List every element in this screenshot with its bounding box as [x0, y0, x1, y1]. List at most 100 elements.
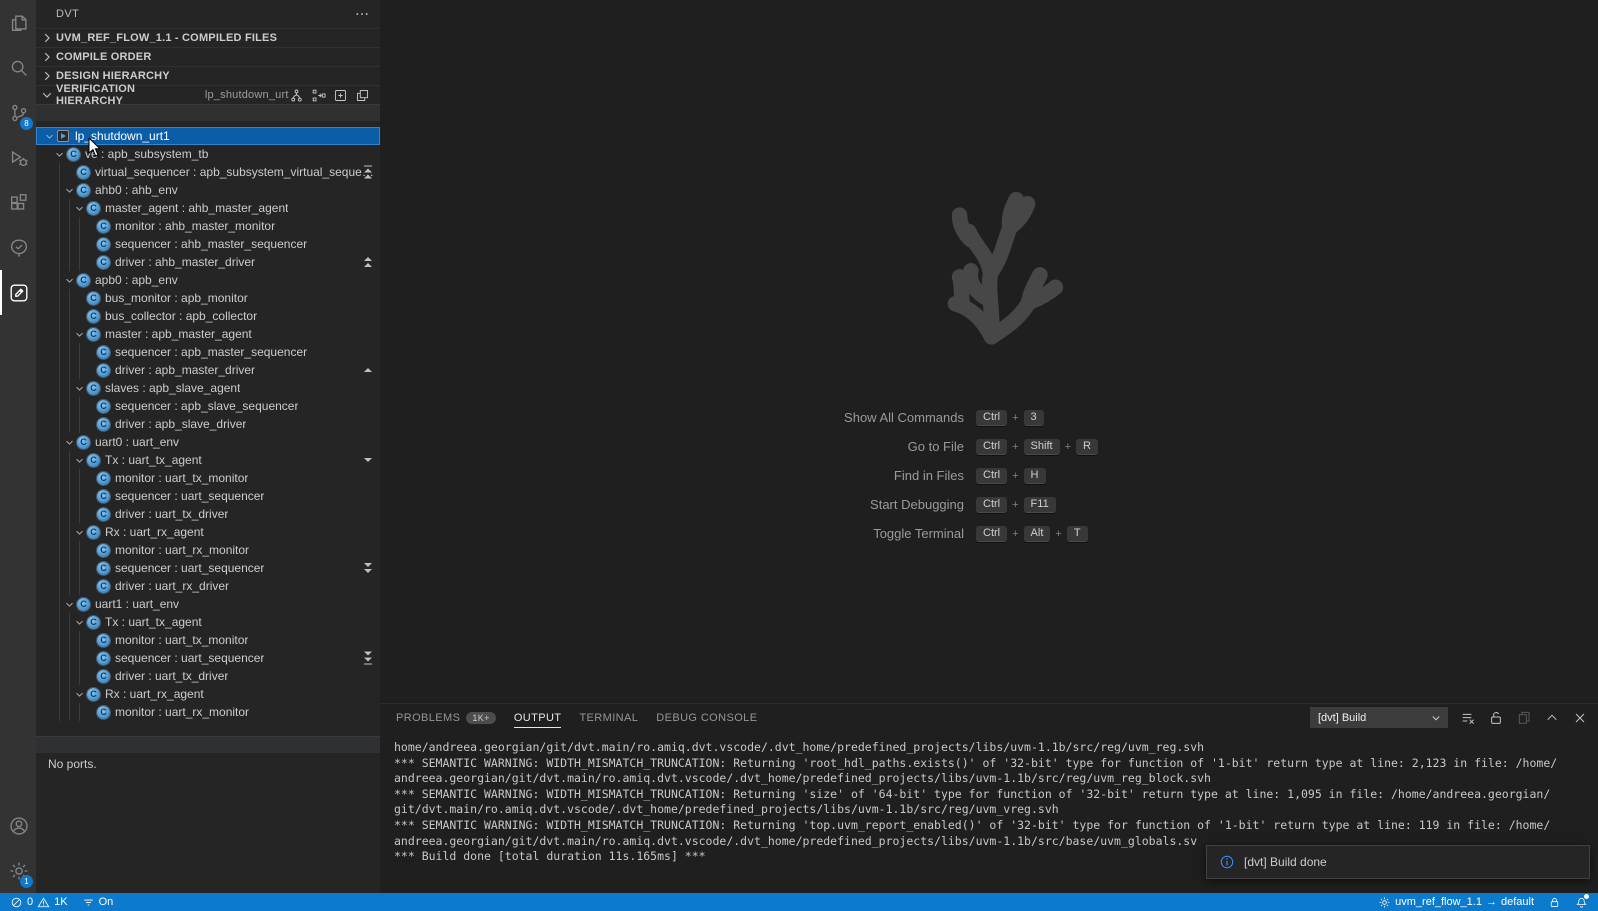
tab-debug-console[interactable]: DEBUG CONSOLE: [656, 704, 757, 731]
twisty-icon[interactable]: [74, 203, 85, 214]
twisty-icon[interactable]: [54, 149, 65, 160]
twisty-icon[interactable]: [84, 239, 95, 250]
tree-item[interactable]: Cbus_collector : apb_collector: [36, 307, 380, 325]
activity-item-search[interactable]: [0, 45, 36, 90]
tab-output[interactable]: OUTPUT: [514, 704, 562, 731]
tree-item[interactable]: Csequencer : uart_sequencer: [36, 487, 380, 505]
tree-item[interactable]: Cuart1 : uart_env: [36, 595, 380, 613]
new-window-icon[interactable]: [1516, 710, 1532, 726]
twisty-icon[interactable]: [84, 347, 95, 358]
activity-item-explorer[interactable]: [0, 0, 36, 45]
twisty-icon[interactable]: [74, 527, 85, 538]
problems-status[interactable]: 0 1K: [10, 896, 68, 909]
tree-item[interactable]: Cslaves : apb_slave_agent: [36, 379, 380, 397]
section-header-uvm-ref-flow-1-1-compiled-files[interactable]: UVM_REF_FLOW_1.1 - COMPILED FILES: [36, 28, 380, 47]
twisty-icon[interactable]: [84, 509, 95, 520]
twisty-icon[interactable]: [84, 545, 95, 556]
twisty-icon[interactable]: [74, 383, 85, 394]
close-icon[interactable]: [1572, 710, 1588, 726]
section-header-compile-order[interactable]: COMPILE ORDER: [36, 47, 380, 66]
twisty-icon[interactable]: [64, 185, 75, 196]
tree-item[interactable]: Cdriver : uart_tx_driver: [36, 667, 380, 685]
notifications-bell[interactable]: [1575, 896, 1588, 909]
tree-item[interactable]: CRx : uart_rx_agent: [36, 685, 380, 703]
tree-item[interactable]: Cuart0 : uart_env: [36, 433, 380, 451]
twisty-icon[interactable]: [84, 473, 95, 484]
twisty-icon[interactable]: [84, 419, 95, 430]
activity-item-accounts[interactable]: [0, 803, 36, 848]
activity-item-dvt-verification[interactable]: [0, 225, 36, 270]
twisty-icon[interactable]: [74, 455, 85, 466]
twisty-icon[interactable]: [84, 365, 95, 376]
twisty-icon[interactable]: [84, 563, 95, 574]
twisty-icon[interactable]: [84, 707, 95, 718]
tab-terminal[interactable]: TERMINAL: [579, 704, 638, 731]
chevron-up-icon[interactable]: [1544, 710, 1560, 726]
more-actions-icon[interactable]: [354, 6, 370, 22]
tree-item[interactable]: Cahb0 : ahb_env: [36, 181, 380, 199]
tree-item[interactable]: CTx : uart_tx_agent: [36, 451, 380, 469]
tree-item[interactable]: Cmaster : apb_master_agent: [36, 325, 380, 343]
twisty-icon[interactable]: [84, 257, 95, 268]
tab-problems[interactable]: PROBLEMS1K+: [396, 704, 496, 731]
tree-item[interactable]: Cdriver : ahb_master_driver: [36, 253, 380, 271]
twisty-icon[interactable]: [64, 275, 75, 286]
tree-item[interactable]: Cmonitor : uart_tx_monitor: [36, 631, 380, 649]
twisty-icon[interactable]: [64, 167, 75, 178]
tree-item[interactable]: Cdriver : apb_slave_driver: [36, 415, 380, 433]
section-header-verification-hierarchy[interactable]: VERIFICATION HIERARCHYlp_shutdown_urt1: [36, 85, 380, 104]
tree-item[interactable]: Cmonitor : uart_rx_monitor: [36, 703, 380, 721]
tree-filter-box[interactable]: [36, 104, 380, 121]
twisty-icon[interactable]: [74, 329, 85, 340]
tree-item[interactable]: Cvirtual_sequencer : apb_subsystem_virtu…: [36, 163, 380, 181]
lock-status[interactable]: [1548, 896, 1561, 909]
tree-item[interactable]: Csequencer : apb_slave_sequencer: [36, 397, 380, 415]
dvt-engine-status[interactable]: On: [82, 896, 114, 909]
twisty-icon[interactable]: [44, 131, 55, 142]
tree-item[interactable]: Cdriver : uart_tx_driver: [36, 505, 380, 523]
twisty-icon[interactable]: [84, 581, 95, 592]
activity-item-manage[interactable]: 1: [0, 848, 36, 893]
tree-item[interactable]: Cdriver : apb_master_driver: [36, 361, 380, 379]
tree-item[interactable]: Csequencer : apb_master_sequencer: [36, 343, 380, 361]
tree-item[interactable]: Capb0 : apb_env: [36, 271, 380, 289]
twisty-icon[interactable]: [64, 437, 75, 448]
relations-icon[interactable]: [311, 88, 326, 103]
twisty-icon[interactable]: [64, 599, 75, 610]
tree-item[interactable]: Csequencer : uart_sequencer: [36, 559, 380, 577]
collapse-all-icon[interactable]: [355, 88, 370, 103]
unlock-icon[interactable]: [1488, 710, 1504, 726]
tree-item[interactable]: CTx : uart_tx_agent: [36, 613, 380, 631]
activity-item-dvt[interactable]: [0, 270, 36, 315]
tree-item[interactable]: Cmonitor : uart_tx_monitor: [36, 469, 380, 487]
twisty-icon[interactable]: [74, 311, 85, 322]
tree-item[interactable]: lp_shutdown_urt1: [36, 127, 380, 145]
twisty-icon[interactable]: [84, 491, 95, 502]
tree-item[interactable]: Cdriver : uart_rx_driver: [36, 577, 380, 595]
activity-item-extensions[interactable]: [0, 180, 36, 225]
clear-output-icon[interactable]: [1460, 710, 1476, 726]
activity-item-run-debug[interactable]: [0, 135, 36, 180]
twisty-icon[interactable]: [84, 221, 95, 232]
twisty-icon[interactable]: [74, 293, 85, 304]
hierarchy-icon[interactable]: [289, 88, 304, 103]
twisty-icon[interactable]: [84, 635, 95, 646]
notification-toast[interactable]: [dvt] Build done: [1206, 845, 1590, 879]
tree-item[interactable]: Csequencer : uart_sequencer: [36, 649, 380, 667]
project-config-status[interactable]: uvm_ref_flow_1.1 → default: [1378, 896, 1534, 909]
tree-item[interactable]: Cbus_monitor : apb_monitor: [36, 289, 380, 307]
twisty-icon[interactable]: [84, 671, 95, 682]
twisty-icon[interactable]: [84, 401, 95, 412]
tree-item[interactable]: Cmonitor : uart_rx_monitor: [36, 541, 380, 559]
tree-item[interactable]: CRx : uart_rx_agent: [36, 523, 380, 541]
twisty-icon[interactable]: [74, 689, 85, 700]
twisty-icon[interactable]: [74, 617, 85, 628]
tree-item[interactable]: Cmonitor : ahb_master_monitor: [36, 217, 380, 235]
expand-all-icon[interactable]: [333, 88, 348, 103]
tree-item[interactable]: Csequencer : ahb_master_sequencer: [36, 235, 380, 253]
ports-section-bar[interactable]: [36, 736, 380, 753]
tree-item[interactable]: Cve : apb_subsystem_tb: [36, 145, 380, 163]
output-channel-select[interactable]: [dvt] Build: [1310, 707, 1448, 728]
tree-item[interactable]: Cmaster_agent : ahb_master_agent: [36, 199, 380, 217]
activity-item-source-control[interactable]: 8: [0, 90, 36, 135]
